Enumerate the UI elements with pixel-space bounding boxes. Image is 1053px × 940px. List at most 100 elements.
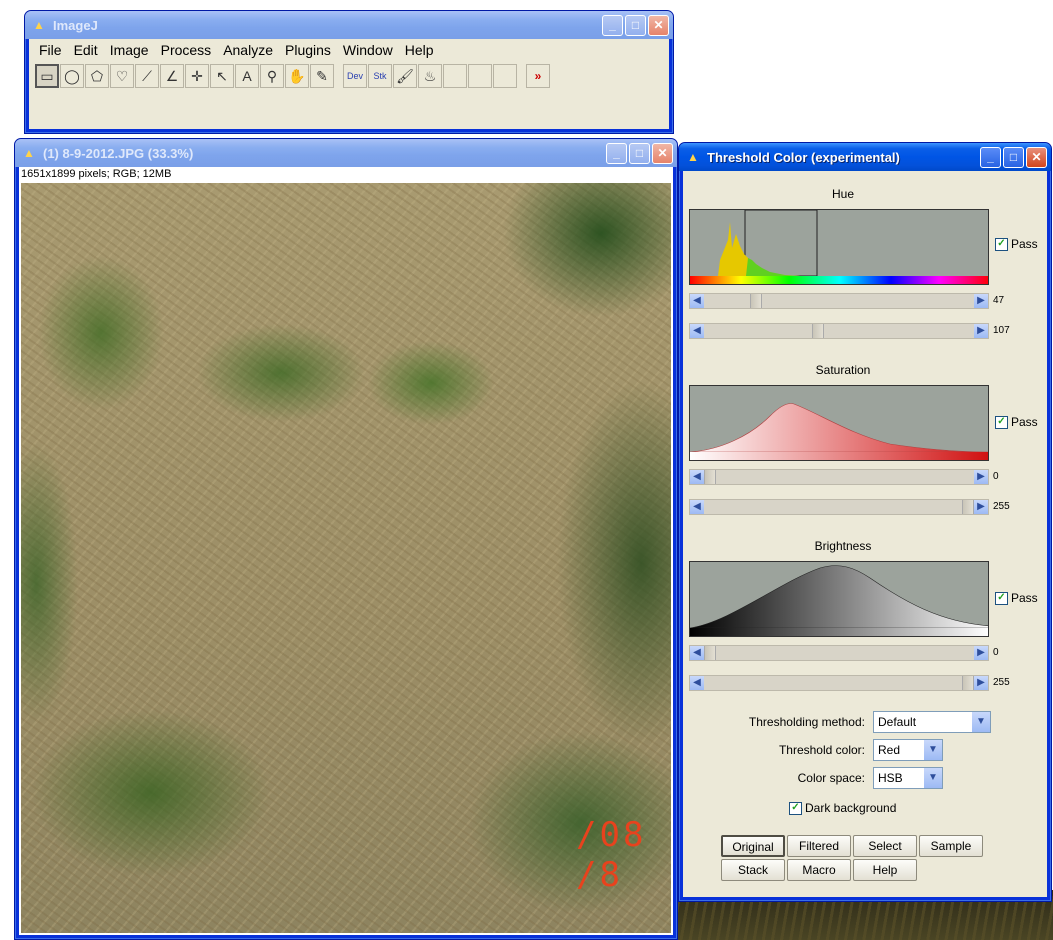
dark-background-checkbox[interactable]: ✓ Dark background	[789, 801, 896, 815]
menu-edit[interactable]: Edit	[68, 42, 104, 58]
filtered-button[interactable]: Filtered	[787, 835, 851, 857]
empty-tool-slot	[443, 64, 467, 88]
brightness-max-value: 255	[993, 677, 1010, 688]
saturation-pass-label: Pass	[1011, 415, 1038, 429]
magnifier-tool-icon[interactable]: ⚲	[260, 64, 284, 88]
brightness-histogram	[689, 561, 989, 637]
image-titlebar[interactable]: ▲ (1) 8-9-2012.JPG (33.3%) _ □ ✕	[15, 139, 677, 167]
chevron-left-icon[interactable]: ◀	[690, 294, 704, 308]
close-button[interactable]: ✕	[1026, 146, 1047, 168]
saturation-pass-checkbox[interactable]: ✓ Pass	[995, 415, 1038, 429]
chevron-left-icon[interactable]: ◀	[690, 500, 704, 514]
menu-help[interactable]: Help	[399, 42, 440, 58]
image-info: 1651x1899 pixels; RGB; 12MB	[19, 167, 673, 181]
image-window: ▲ (1) 8-9-2012.JPG (33.3%) _ □ ✕ 1651x18…	[14, 138, 678, 940]
chevron-left-icon[interactable]: ◀	[690, 646, 704, 660]
imagej-main-window: ▲ ImageJ _ □ ✕ File Edit Image Process A…	[24, 10, 674, 134]
freehand-tool-icon[interactable]: ♡	[110, 64, 134, 88]
hue-max-thumb[interactable]	[812, 324, 825, 338]
chevron-right-icon[interactable]: ▶	[974, 500, 988, 514]
more-tools-icon[interactable]: »	[526, 64, 550, 88]
color-space-select[interactable]: HSB ▼	[873, 767, 943, 789]
close-button[interactable]: ✕	[652, 142, 673, 164]
threshold-color-window: ▲ Threshold Color (experimental) _ □ ✕ H…	[678, 142, 1052, 902]
oval-tool-icon[interactable]: ◯	[60, 64, 84, 88]
menu-window[interactable]: Window	[337, 42, 399, 58]
point-tool-icon[interactable]: ✛	[185, 64, 209, 88]
close-button[interactable]: ✕	[648, 14, 669, 36]
menu-process[interactable]: Process	[155, 42, 218, 58]
hand-tool-icon[interactable]: ✋	[285, 64, 309, 88]
menu-file[interactable]: File	[33, 42, 68, 58]
angle-tool-icon[interactable]: ∠	[160, 64, 184, 88]
text-tool-icon[interactable]: A	[235, 64, 259, 88]
menu-plugins[interactable]: Plugins	[279, 42, 337, 58]
select-button[interactable]: Select	[853, 835, 917, 857]
maximize-button[interactable]: □	[1003, 146, 1024, 168]
saturation-min-slider[interactable]: ◀ ▶	[689, 469, 989, 485]
help-button[interactable]: Help	[853, 859, 917, 881]
menu-analyze[interactable]: Analyze	[217, 42, 279, 58]
imagej-app-icon: ▲	[33, 18, 45, 32]
maximize-button[interactable]: □	[625, 14, 646, 36]
stack-button[interactable]: Stack	[721, 859, 785, 881]
minimize-button[interactable]: _	[980, 146, 1001, 168]
chevron-down-icon[interactable]: ▼	[924, 768, 942, 788]
saturation-max-value: 255	[993, 501, 1010, 512]
saturation-min-value: 0	[993, 471, 999, 482]
chevron-right-icon[interactable]: ▶	[974, 470, 988, 484]
brush-tool-icon[interactable]: 🖌	[393, 64, 417, 88]
developer-menu-icon[interactable]: Dev	[343, 64, 367, 88]
thresholding-method-label: Thresholding method:	[748, 715, 865, 729]
thresholding-method-select[interactable]: Default ▼	[873, 711, 991, 733]
menubar: File Edit Image Process Analyze Plugins …	[29, 39, 669, 61]
rectangle-tool-icon[interactable]: ▭	[35, 64, 59, 88]
dropper-tool-icon[interactable]: ✎	[310, 64, 334, 88]
hue-max-slider[interactable]: ◀ ▶	[689, 323, 989, 339]
original-button[interactable]: Original	[721, 835, 785, 857]
image-title: (1) 8-9-2012.JPG (33.3%)	[43, 145, 194, 161]
flood-fill-tool-icon[interactable]: ♨	[418, 64, 442, 88]
minimize-button[interactable]: _	[602, 14, 623, 36]
saturation-histogram	[689, 385, 989, 461]
threshold-color-select[interactable]: Red ▼	[873, 739, 943, 761]
maximize-button[interactable]: □	[629, 142, 650, 164]
grass-photo[interactable]: /08 /8	[21, 183, 671, 933]
hue-pass-label: Pass	[1011, 237, 1038, 251]
saturation-max-thumb[interactable]	[962, 500, 974, 514]
chevron-right-icon[interactable]: ▶	[974, 324, 988, 338]
minimize-button[interactable]: _	[606, 142, 627, 164]
line-tool-icon[interactable]: ⟋	[135, 64, 159, 88]
threshold-title: Threshold Color (experimental)	[707, 149, 900, 165]
brightness-pass-label: Pass	[1011, 591, 1038, 605]
wand-tool-icon[interactable]: ↖	[210, 64, 234, 88]
hue-min-slider[interactable]: ◀ ▶	[689, 293, 989, 309]
chevron-left-icon[interactable]: ◀	[690, 324, 704, 338]
threshold-titlebar[interactable]: ▲ Threshold Color (experimental) _ □ ✕	[679, 143, 1051, 171]
chevron-down-icon[interactable]: ▼	[924, 740, 942, 760]
checkmark-icon: ✓	[789, 801, 802, 815]
imagej-titlebar[interactable]: ▲ ImageJ _ □ ✕	[25, 11, 673, 39]
sample-button[interactable]: Sample	[919, 835, 983, 857]
chevron-right-icon[interactable]: ▶	[974, 676, 988, 690]
checkmark-icon: ✓	[995, 415, 1008, 429]
brightness-max-thumb[interactable]	[962, 676, 974, 690]
brightness-min-value: 0	[993, 647, 999, 658]
hue-pass-checkbox[interactable]: ✓ Pass	[995, 237, 1038, 251]
polygon-tool-icon[interactable]: ⬠	[85, 64, 109, 88]
chevron-right-icon[interactable]: ▶	[974, 294, 988, 308]
menu-image[interactable]: Image	[104, 42, 155, 58]
hue-min-thumb[interactable]	[750, 294, 763, 308]
brightness-min-thumb[interactable]	[704, 646, 716, 660]
brightness-max-slider[interactable]: ◀ ▶	[689, 675, 989, 691]
chevron-left-icon[interactable]: ◀	[690, 470, 704, 484]
brightness-min-slider[interactable]: ◀ ▶	[689, 645, 989, 661]
saturation-min-thumb[interactable]	[704, 470, 716, 484]
saturation-max-slider[interactable]: ◀ ▶	[689, 499, 989, 515]
stack-menu-icon[interactable]: Stk	[368, 64, 392, 88]
chevron-left-icon[interactable]: ◀	[690, 676, 704, 690]
macro-button[interactable]: Macro	[787, 859, 851, 881]
chevron-down-icon[interactable]: ▼	[972, 712, 990, 732]
chevron-right-icon[interactable]: ▶	[974, 646, 988, 660]
brightness-pass-checkbox[interactable]: ✓ Pass	[995, 591, 1038, 605]
